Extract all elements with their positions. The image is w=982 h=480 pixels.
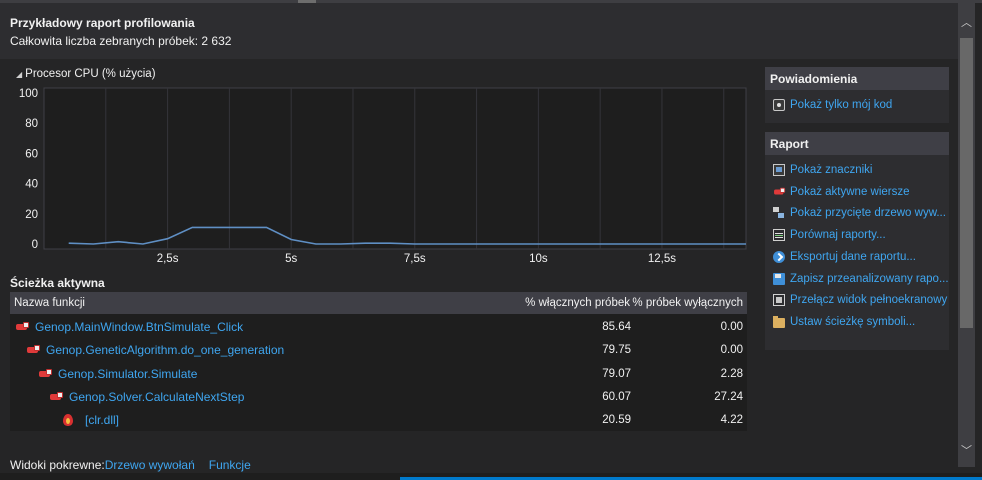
- exclusive-value: 0.00: [720, 321, 743, 333]
- show-hot-lines-item[interactable]: Pokaż aktywne wiersze: [773, 186, 910, 198]
- hot-item-icon: [62, 413, 74, 427]
- table-row[interactable]: Genop.MainWindow.BtnSimulate_Click 85.64…: [10, 315, 747, 338]
- inclusive-value: 85.64: [602, 321, 631, 333]
- compare-icon: [773, 229, 785, 241]
- export-data-link[interactable]: Eksportuj dane raportu...: [790, 251, 916, 263]
- trimmed-tree-link[interactable]: Pokaż przycięte drzewo wyw...: [790, 207, 946, 219]
- notifications-panel: Powiadomienia Pokaż tylko mój kod: [765, 67, 949, 123]
- exclusive-value: 4.22: [720, 414, 743, 426]
- y-tick-label: 80: [25, 118, 38, 130]
- report-panel: Raport Pokaż znaczniki Pokaż aktywne wie…: [765, 132, 949, 350]
- symbol-path-link[interactable]: Ustaw ścieżkę symboli...: [790, 316, 915, 328]
- inclusive-value: 79.75: [602, 344, 631, 356]
- hot-path-icon: [16, 321, 30, 333]
- table-row[interactable]: Genop.Simulator.Simulate 79.07 2.28: [10, 362, 747, 385]
- function-cell: Genop.MainWindow.BtnSimulate_Click: [16, 320, 243, 334]
- just-my-code-item[interactable]: Pokaż tylko mój kod: [773, 99, 892, 111]
- folder-icon: [773, 316, 785, 328]
- exclusive-value: 0.00: [720, 344, 743, 356]
- hot-path-title: Ścieżka aktywna: [10, 276, 105, 290]
- cpu-section-label: Procesor CPU (% użycia): [25, 68, 156, 80]
- inclusive-value: 79.07: [602, 368, 631, 380]
- related-views-label: Widoki pokrewne:: [10, 458, 105, 472]
- save-report-item[interactable]: Zapisz przeanalizowany rapo...: [773, 273, 949, 285]
- x-tick-label: 10s: [529, 253, 548, 265]
- export-data-item[interactable]: Eksportuj dane raportu...: [773, 251, 916, 263]
- function-link[interactable]: Genop.Solver.CalculateNextStep: [69, 390, 244, 404]
- vertical-scrollbar[interactable]: ︿ ﹀: [958, 3, 975, 467]
- save-report-link[interactable]: Zapisz przeanalizowany rapo...: [790, 273, 949, 285]
- trimmed-tree-icon: [773, 207, 785, 219]
- function-link[interactable]: Genop.GeneticAlgorithm.do_one_generation: [46, 343, 284, 357]
- hot-path-icon: [39, 368, 53, 380]
- compare-reports-item[interactable]: Porównaj raporty...: [773, 229, 886, 241]
- call-tree-link[interactable]: Drzewo wywołań: [105, 458, 195, 472]
- status-strip: [0, 473, 982, 480]
- function-cell: Genop.Simulator.Simulate: [39, 367, 197, 381]
- table-row[interactable]: Genop.GeneticAlgorithm.do_one_generation…: [10, 338, 747, 361]
- x-tick-label: 5s: [285, 253, 297, 265]
- inclusive-value: 60.07: [602, 391, 631, 403]
- cpu-section-toggle[interactable]: ◢ Procesor CPU (% użycia): [16, 68, 156, 80]
- y-tick-label: 20: [25, 209, 38, 221]
- show-marks-link[interactable]: Pokaż znaczniki: [790, 164, 872, 176]
- y-tick-label: 60: [25, 148, 38, 160]
- just-my-code-link[interactable]: Pokaż tylko mój kod: [790, 99, 892, 111]
- just-my-code-icon: [773, 99, 785, 111]
- exclusive-value: 2.28: [720, 368, 743, 380]
- related-views: Widoki pokrewne:Drzewo wywołań Funkcje: [10, 458, 251, 472]
- scroll-up-icon[interactable]: ︿: [958, 15, 975, 32]
- sample-count: Całkowita liczba zebranych próbek: 2 632: [10, 34, 232, 48]
- table-row[interactable]: Genop.Solver.CalculateNextStep 60.07 27.…: [10, 385, 747, 408]
- trimmed-tree-item[interactable]: Pokaż przycięte drzewo wyw...: [773, 207, 946, 219]
- fullscreen-link[interactable]: Przełącz widok pełnoekranowy: [790, 294, 947, 306]
- report-title-header: Raport: [765, 132, 949, 155]
- show-hot-lines-link[interactable]: Pokaż aktywne wiersze: [790, 186, 910, 198]
- exclusive-value: 27.24: [714, 391, 743, 403]
- fullscreen-icon: [773, 294, 785, 306]
- function-cell: Genop.GeneticAlgorithm.do_one_generation: [27, 343, 284, 357]
- notifications-title: Powiadomienia: [765, 67, 949, 90]
- hot-lines-icon: [774, 187, 786, 197]
- function-cell: [clr.dll]: [62, 413, 119, 427]
- hot-path-icon: [50, 391, 64, 403]
- x-tick-label: 2,5s: [157, 253, 179, 265]
- inclusive-value: 20.59: [602, 414, 631, 426]
- symbol-path-item[interactable]: Ustaw ścieżkę symboli...: [773, 316, 915, 328]
- hot-path-icon: [27, 344, 41, 356]
- y-tick-label: 0: [32, 239, 38, 251]
- collapse-triangle-icon[interactable]: ◢: [16, 70, 22, 79]
- functions-link[interactable]: Funkcje: [209, 458, 251, 472]
- chart-plot-area: [43, 87, 747, 250]
- marks-icon: [773, 164, 785, 176]
- scrollbar-thumb[interactable]: [960, 38, 973, 328]
- cpu-usage-chart[interactable]: 100 80 60 40 20 0 2,5s 5s 7,5s 10s 12,5s: [0, 80, 752, 266]
- scroll-down-icon[interactable]: ﹀: [958, 443, 975, 460]
- table-row[interactable]: [clr.dll] 20.59 4.22: [10, 408, 747, 431]
- column-header-exclusive[interactable]: % próbek wyłącznych: [632, 297, 743, 309]
- column-header-function-name[interactable]: Nazwa funkcji: [14, 297, 85, 309]
- show-marks-item[interactable]: Pokaż znaczniki: [773, 164, 872, 176]
- x-tick-label: 12,5s: [648, 253, 676, 265]
- column-header-inclusive[interactable]: % włącznych próbek: [525, 297, 630, 309]
- function-link[interactable]: Genop.Simulator.Simulate: [58, 367, 197, 381]
- fullscreen-item[interactable]: Przełącz widok pełnoekranowy: [773, 294, 947, 306]
- save-icon: [773, 273, 785, 285]
- report-header: Przykładowy raport profilowania Całkowit…: [0, 3, 958, 59]
- function-cell: Genop.Solver.CalculateNextStep: [50, 390, 244, 404]
- y-tick-label: 40: [25, 179, 38, 191]
- export-icon: [773, 251, 785, 263]
- hot-path-table: Nazwa funkcji % włącznych próbek % próbe…: [10, 292, 747, 431]
- report-title: Przykładowy raport profilowania: [10, 16, 195, 30]
- function-link[interactable]: Genop.MainWindow.BtnSimulate_Click: [35, 320, 243, 334]
- y-tick-label: 100: [19, 88, 38, 100]
- table-header: Nazwa funkcji % włącznych próbek % próbe…: [10, 292, 747, 314]
- compare-reports-link[interactable]: Porównaj raporty...: [790, 229, 886, 241]
- x-tick-label: 7,5s: [404, 253, 426, 265]
- function-link[interactable]: [clr.dll]: [85, 413, 119, 427]
